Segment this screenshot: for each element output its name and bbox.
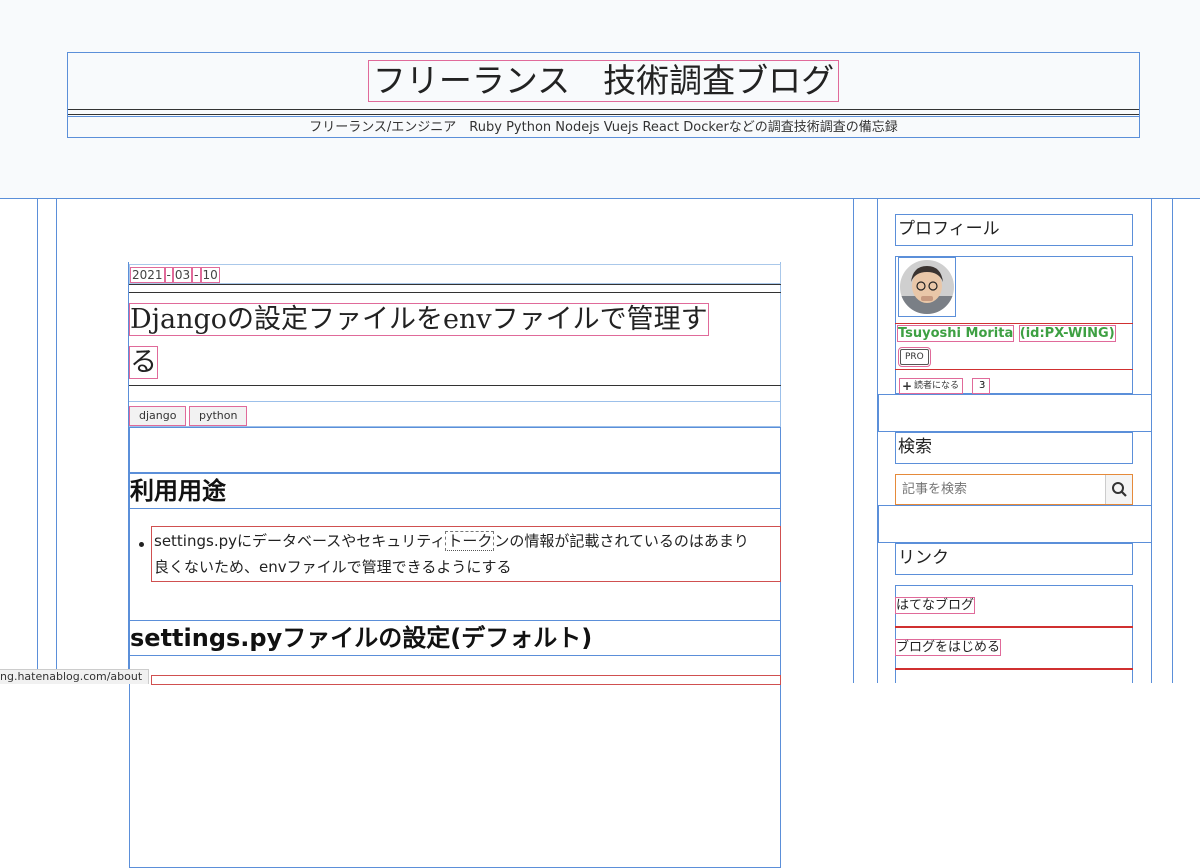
date-month: 03: [172, 267, 193, 283]
date-sep-1: -: [164, 267, 173, 283]
search-module-title: 検索: [895, 432, 1133, 464]
profile-name-link[interactable]: Tsuyoshi Morita: [897, 325, 1015, 342]
pro-badge[interactable]: PRO: [898, 347, 931, 367]
entry-title-line2: る: [129, 346, 158, 379]
search-form: [895, 474, 1133, 505]
entry-title-line1: Djangoの設定ファイルをenvファイルで管理す: [129, 303, 709, 336]
link-hatena-blog[interactable]: はてなブログ: [895, 597, 976, 615]
date-sep-2: -: [192, 267, 201, 283]
status-bar-url: ng.hatenablog.com/about: [0, 669, 150, 684]
profile-id[interactable]: (id:PX-WING): [1018, 325, 1116, 342]
subscribe-button[interactable]: + 読者になる: [899, 378, 964, 394]
search-title: 検索: [898, 437, 932, 457]
profile-title: プロフィール: [898, 219, 1000, 239]
link-start-blog[interactable]: ブログをはじめる: [895, 639, 1002, 657]
entry-date[interactable]: 2021-03-10: [129, 264, 781, 284]
category-list: django python: [129, 401, 781, 427]
search-icon: [1112, 482, 1127, 497]
blog-title-link[interactable]: フリーランス 技術調査ブログ: [367, 60, 840, 102]
avatar[interactable]: [898, 257, 956, 317]
date-year: 2021: [130, 267, 165, 283]
links-module-title: リンク: [895, 543, 1133, 575]
section-heading-usage: 利用用途: [130, 477, 226, 505]
list-item: settings.pyにデータベースやセキュリティ トーク ンの情報が記載されている…: [151, 526, 781, 582]
avatar-image: [900, 260, 954, 314]
profile-module-title: プロフィール: [895, 214, 1133, 246]
plus-icon: +: [902, 379, 913, 393]
links-title: リンク: [898, 548, 949, 568]
section-heading-box: [129, 473, 781, 509]
reader-count[interactable]: 3: [972, 378, 991, 394]
keyword-link[interactable]: トーク: [445, 531, 495, 551]
date-day: 10: [200, 267, 220, 283]
section-heading-settings: settings.pyファイルの設定(デフォルト): [130, 624, 593, 652]
category-python[interactable]: python: [189, 406, 248, 426]
category-django[interactable]: django: [129, 406, 187, 426]
search-input[interactable]: [896, 475, 1106, 504]
blog-description: フリーランス/エンジニア Ruby Python Nodejs Vuejs Re…: [68, 116, 1139, 139]
article: 2021-03-10 Djangoの設定ファイルをenvファイルで管理す る d…: [128, 262, 781, 868]
blog-header: フリーランス 技術調査ブログ フリーランス/エンジニア Ruby Python …: [67, 52, 1140, 138]
profile-name[interactable]: Tsuyoshi Morita (id:PX-WING): [897, 325, 1116, 343]
search-button[interactable]: [1105, 475, 1132, 504]
bullet-point: [139, 542, 144, 547]
entry-title[interactable]: Djangoの設定ファイルをenvファイルで管理す る: [129, 298, 754, 384]
